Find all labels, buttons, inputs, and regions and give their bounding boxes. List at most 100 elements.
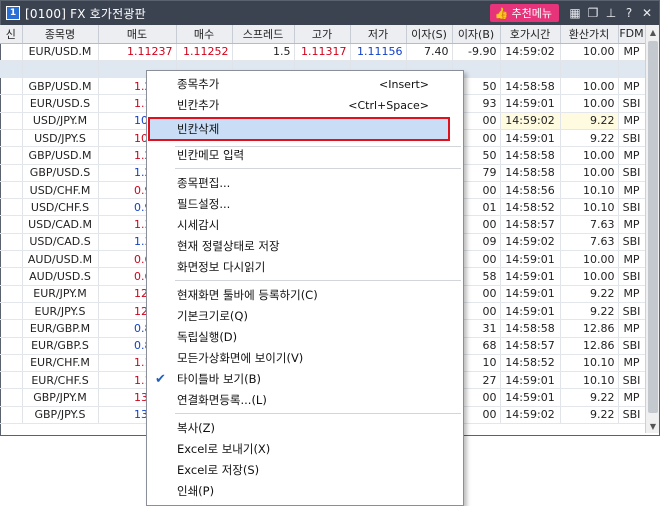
symbol-cell: EUR/GBP.M <box>22 319 99 338</box>
fdm-cell: MP <box>618 181 645 200</box>
column-header[interactable]: 저가 <box>350 25 407 44</box>
high-price-cell: 1.11317 <box>294 43 351 61</box>
menu-item-show-titlebar[interactable]: ✔ 타이틀바 보기(B) <box>147 369 463 389</box>
check-cell <box>0 129 23 148</box>
column-header[interactable]: 이자(S) <box>406 25 453 44</box>
scroll-thumb[interactable] <box>648 41 658 413</box>
column-header[interactable]: 매도 <box>98 25 177 44</box>
column-header[interactable]: FDM <box>618 25 645 44</box>
symbol-cell: USD/CAD.S <box>22 233 99 252</box>
symbol-cell: EUR/USD.S <box>22 94 99 113</box>
conversion-value-cell: 10.10 <box>560 198 619 217</box>
help-icon[interactable]: ? <box>621 5 637 21</box>
table-row[interactable]: EUR/USD.M 1.11237 1.11252 1.5 1.11317 1.11156… <box>0 43 645 61</box>
menu-item-print[interactable]: 인쇄(P) <box>147 481 463 501</box>
fdm-cell: MP <box>618 285 645 303</box>
conversion-value-cell: 9.22 <box>560 406 619 425</box>
conversion-value-cell: 9.22 <box>560 302 619 321</box>
recommend-menu-button[interactable]: 👍 추천메뉴 <box>489 4 559 22</box>
symbol-cell: AUD/USD.S <box>22 267 99 286</box>
check-cell <box>0 285 23 303</box>
low-price-cell: 1.11156 <box>350 43 407 61</box>
quote-time-cell: 14:59:01 <box>500 129 561 148</box>
conversion-value-cell: 10.00 <box>560 94 619 113</box>
check-cell <box>0 43 23 61</box>
menu-item-save-sort[interactable]: 현재 정렬상태로 저장 <box>147 236 463 256</box>
column-header[interactable]: 고가 <box>294 25 351 44</box>
menu-item-add-symbol[interactable]: 종목추가 <Insert> <box>147 74 463 94</box>
menu-item-label: 빈칸메모 입력 <box>177 148 245 162</box>
column-header[interactable]: 호가시간 <box>500 25 561 44</box>
fdm-cell: SBI <box>618 267 645 286</box>
scroll-down-arrow-icon[interactable]: ▼ <box>646 419 660 433</box>
quote-time-cell: 14:59:01 <box>500 94 561 113</box>
menu-item-copy[interactable]: 복사(Z) <box>147 418 463 438</box>
menu-item-field-settings[interactable]: 필드설정... <box>147 194 463 214</box>
menu-item-label: Excel로 보내기(X) <box>177 442 271 456</box>
menu-item-register-toolbar[interactable]: 현재화면 툴바에 등록하기(C) <box>147 285 463 305</box>
pin-icon[interactable]: ⊥ <box>603 5 619 21</box>
conversion-value-cell: 10.00 <box>560 43 619 61</box>
fdm-cell: MP <box>618 112 645 130</box>
fdm-cell: MP <box>618 319 645 338</box>
menu-item-label: 모든가상화면에 보이기(V) <box>177 351 304 365</box>
conversion-value-cell: 10.00 <box>560 164 619 182</box>
conversion-value-cell: 7.63 <box>560 233 619 252</box>
column-header[interactable]: 스프레드 <box>232 25 295 44</box>
menu-item-send-excel[interactable]: Excel로 보내기(X) <box>147 439 463 459</box>
symbol-cell: USD/JPY.M <box>22 112 99 130</box>
menu-item-show-all-virtual[interactable]: 모든가상화면에 보이기(V) <box>147 348 463 368</box>
symbol-cell: EUR/GBP.S <box>22 337 99 355</box>
menu-item-edit-symbol[interactable]: 종목편집... <box>147 173 463 193</box>
buy-price-cell: 1.11252 <box>176 43 233 61</box>
menu-item-save-excel[interactable]: Excel로 저장(S) <box>147 460 463 480</box>
column-header[interactable]: 신 <box>0 25 23 44</box>
titlebar-controls: 👍 추천메뉴 ▦ ❐ ⊥ ? ✕ <box>489 1 655 25</box>
interest-sell-cell: 7.40 <box>406 43 453 61</box>
quote-time-cell: 14:58:56 <box>500 181 561 200</box>
window-restore-icon[interactable]: ❐ <box>585 5 601 21</box>
conversion-value-cell: 7.63 <box>560 215 619 234</box>
menu-separator <box>175 168 461 169</box>
column-header[interactable]: 종목명 <box>22 25 99 44</box>
vertical-scrollbar[interactable]: ▲ ▼ <box>645 25 659 433</box>
menu-item-default-size[interactable]: 기본크기로(Q) <box>147 306 463 326</box>
window-layout-icon[interactable]: ▦ <box>567 5 583 21</box>
conversion-value-cell: 10.10 <box>560 181 619 200</box>
menu-item-reload-screen[interactable]: 화면정보 다시읽기 <box>147 257 463 277</box>
menu-item-add-blank[interactable]: 빈칸추가 <Ctrl+Space> <box>147 95 463 115</box>
column-header[interactable]: 매수 <box>176 25 233 44</box>
shortcut-label: <Insert> <box>379 77 429 91</box>
scroll-up-arrow-icon[interactable]: ▲ <box>646 25 660 39</box>
menu-item-blank-memo[interactable]: 빈칸메모 입력 <box>147 145 463 165</box>
menu-item-standalone-run[interactable]: 독립실행(D) <box>147 327 463 347</box>
column-header[interactable]: 환산가치 <box>560 25 619 44</box>
column-header[interactable]: 이자(B) <box>452 25 501 44</box>
menu-item-label: 종목편집... <box>177 176 231 190</box>
symbol-cell: GBP/JPY.M <box>22 388 99 407</box>
quote-time-cell <box>500 60 561 79</box>
menu-item-delete-blank[interactable]: 빈칸삭제 <box>148 117 450 141</box>
check-cell <box>0 388 23 407</box>
symbol-cell: USD/CHF.M <box>22 181 99 200</box>
fdm-cell: SBI <box>618 94 645 113</box>
quote-time-cell: 14:58:58 <box>500 77 561 96</box>
menu-item-market-watch[interactable]: 시세감시 <box>147 215 463 235</box>
fdm-cell <box>618 60 645 79</box>
fdm-cell: SBI <box>618 371 645 390</box>
quote-time-cell: 14:59:01 <box>500 267 561 286</box>
quote-time-cell: 14:59:02 <box>500 233 561 252</box>
check-cell <box>0 146 23 165</box>
menu-item-label: 인쇄(P) <box>177 484 215 498</box>
quote-time-cell: 14:59:02 <box>500 112 561 130</box>
menu-separator <box>175 413 461 414</box>
symbol-cell: GBP/USD.S <box>22 164 99 182</box>
conversion-value-cell: 10.00 <box>560 250 619 269</box>
check-cell <box>0 77 23 96</box>
close-icon[interactable]: ✕ <box>639 5 655 21</box>
header-row: 신 종목명 매도 매수 스프레드 고가 저가 이자(S) 이자(B) 호가시간 환산가치 FDM <box>0 25 645 44</box>
menu-item-register-linked[interactable]: 연결화면등록...(L) <box>147 390 463 410</box>
fdm-cell: SBI <box>618 164 645 182</box>
conversion-value-cell: 9.22 <box>560 388 619 407</box>
app-icon: 1 <box>6 6 20 20</box>
